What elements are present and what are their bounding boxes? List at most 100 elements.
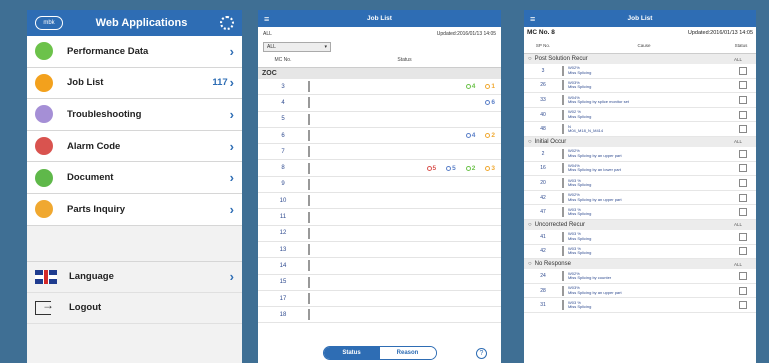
job-list-title: Job List [367, 15, 392, 22]
cause-row[interactable]: 33 W04% Miss Splicing by splice monitor se… [524, 93, 756, 108]
status-checkbox[interactable] [739, 271, 747, 280]
menu-item[interactable]: Performance Data › [27, 36, 242, 68]
cause-text: W04% Miss Splicing by splice monitor set [568, 95, 739, 105]
job-row[interactable]: 341 [258, 79, 501, 96]
row-divider [562, 231, 564, 242]
row-divider [562, 94, 564, 105]
job-row[interactable]: 10 [258, 193, 501, 210]
status-checkbox[interactable] [739, 81, 747, 90]
status-checkbox[interactable] [739, 125, 747, 134]
mc-number-label: MC No. 8 [527, 29, 555, 36]
job-row[interactable]: 46 [258, 95, 501, 112]
chevron-right-icon: › [229, 43, 234, 59]
chevron-right-icon: › [229, 75, 234, 91]
cause-description: Miss Splicing [568, 84, 592, 90]
cause-description: Miss Splicing [568, 113, 592, 119]
chevron-right-icon: › [229, 201, 234, 217]
mc-number: 15 [279, 279, 287, 286]
status-checkbox[interactable] [739, 232, 747, 241]
row-divider [308, 113, 310, 125]
cause-row[interactable]: 47 W03 % Miss Splicing [524, 205, 756, 220]
group-select[interactable]: ALL ▾ [263, 42, 331, 52]
cause-row[interactable]: 42 W03 % Miss Splicing [524, 245, 756, 260]
circle-icon: ○ [528, 138, 532, 145]
status-checkbox[interactable] [739, 149, 747, 158]
cause-description: Miss Splicing by an upper part [568, 289, 622, 295]
job-row[interactable]: 8 5 5 2 3 [258, 160, 501, 177]
logout-item[interactable]: Logout [27, 292, 242, 324]
group-header: ZOC [258, 68, 501, 79]
menu-item[interactable]: Parts Inquiry › [27, 194, 242, 226]
job-row[interactable]: 15 [258, 275, 501, 291]
sp-number: 42 [540, 194, 546, 201]
cause-group-header[interactable]: ○ Initial Occur ALL [524, 136, 756, 147]
cause-row[interactable]: 24 W02% Miss Splicing by counter [524, 269, 756, 284]
row-divider [308, 293, 310, 304]
reason-tab[interactable]: Reason [379, 347, 436, 359]
status-count-value: 6 [491, 99, 495, 107]
row-divider [562, 163, 564, 174]
chevron-right-icon: › [229, 170, 234, 186]
cause-row[interactable]: 26 W03% Miss Splicing [524, 79, 756, 94]
status-checkbox[interactable] [739, 95, 747, 104]
job-row[interactable]: 7 [258, 144, 501, 161]
cause-group-header[interactable]: ○ Uncorrected Recur ALL [524, 219, 756, 230]
status-tab[interactable]: Status [323, 347, 380, 359]
status-count: 2 [485, 132, 495, 139]
status-checkbox[interactable] [739, 110, 747, 119]
cause-row[interactable]: 28 W03% Miss Splicing by an upper part [524, 284, 756, 299]
job-row[interactable]: 642 [258, 128, 501, 145]
menu-item[interactable]: Troubleshooting › [27, 99, 242, 131]
language-item[interactable]: Language › [27, 261, 242, 293]
help-icon[interactable]: ? [476, 347, 487, 359]
gear-icon[interactable] [220, 16, 234, 30]
filter-label: ALL [263, 31, 272, 37]
cause-description: M04_M18_N_M414 [568, 128, 604, 134]
job-row[interactable]: 9 [258, 177, 501, 194]
status-checkbox[interactable] [739, 301, 747, 310]
job-row[interactable]: 13 [258, 242, 501, 259]
status-checkbox[interactable] [739, 66, 747, 75]
status-count: 1 [485, 83, 495, 90]
cause-row[interactable]: 2 W02% Miss Splicing by an upper part [524, 147, 756, 162]
uk-flag-icon [35, 269, 57, 284]
status-checkbox[interactable] [739, 178, 747, 187]
menu-item[interactable]: Alarm Code › [27, 131, 242, 163]
cause-row[interactable]: 3 W02% Miss Splicing [524, 64, 756, 79]
cause-text: W02% Miss Splicing by an upper part [568, 148, 739, 158]
mc-number: 6 [281, 132, 285, 139]
cause-row[interactable]: 31 W03 % Miss Splicing [524, 298, 756, 313]
status-checkbox[interactable] [739, 286, 747, 295]
status-checkbox[interactable] [739, 247, 747, 256]
cause-description: Miss Splicing [568, 304, 592, 310]
status-checkbox[interactable] [739, 193, 747, 202]
status-checkbox[interactable] [739, 208, 747, 217]
status-checkbox[interactable] [739, 164, 747, 173]
cause-row[interactable]: 48 N M04_M18_N_M414 [524, 122, 756, 137]
menu-circle-icon [35, 73, 53, 92]
menu-item[interactable]: Document › [27, 162, 242, 194]
job-row[interactable]: 18 [258, 307, 501, 324]
sp-column-header: SP No. [535, 43, 551, 48]
status-circle-icon [485, 165, 491, 171]
job-row[interactable]: 17 [258, 291, 501, 308]
job-row[interactable]: 11 [258, 209, 501, 226]
job-row[interactable]: 12 [258, 226, 501, 242]
cause-group-name: Post Solution Recur [534, 56, 588, 62]
cause-row[interactable]: 20 W03 % Miss Splicing [524, 176, 756, 191]
job-row[interactable]: 5 [258, 112, 501, 128]
app-header: mbk Web Applications [27, 10, 242, 36]
status-count: 5 [446, 165, 456, 172]
cause-row[interactable]: 16 W04% Miss Splicing by an lower part [524, 162, 756, 177]
cause-row[interactable]: 40 W02 % Miss Splicing [524, 108, 756, 123]
sp-number: 2 [541, 150, 545, 157]
cause-group-header[interactable]: ○ No Response ALL [524, 259, 756, 270]
logout-icon [35, 298, 54, 315]
cause-row[interactable]: 41 W03 % Miss Splicing [524, 230, 756, 245]
cause-group-header[interactable]: ○ Post Solution Recur ALL [524, 54, 756, 64]
status-circle-icon [465, 84, 471, 90]
cause-row[interactable]: 42 W02% Miss Splicing by an upper part [524, 191, 756, 206]
mc-number: 11 [279, 214, 287, 221]
menu-item[interactable]: Job List 117 › [27, 68, 242, 100]
job-row[interactable]: 14 [258, 258, 501, 275]
